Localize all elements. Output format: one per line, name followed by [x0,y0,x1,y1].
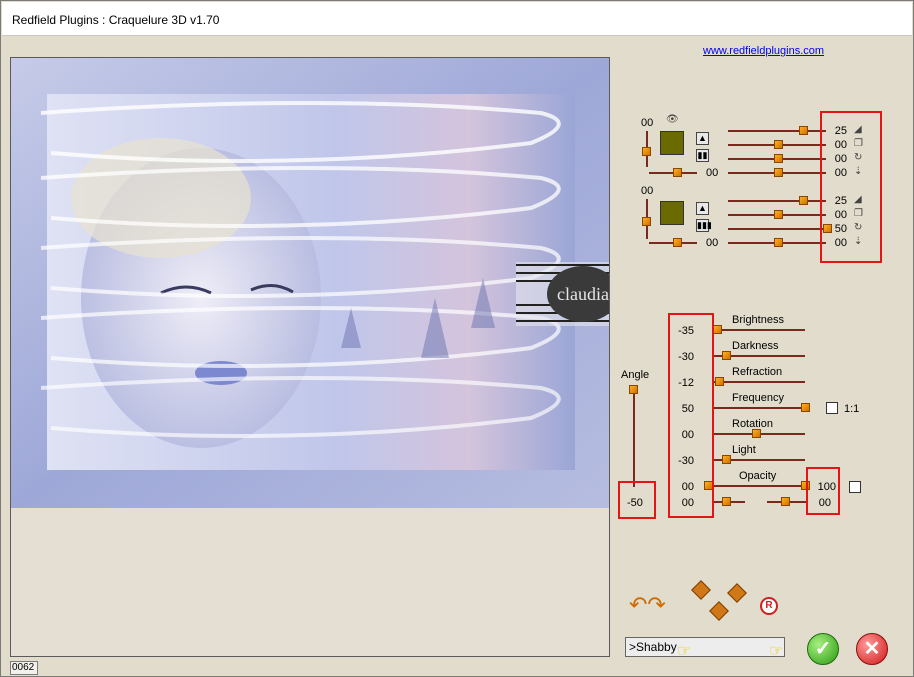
refraction-slider[interactable] [713,381,805,383]
layer2-vertical-knob[interactable] [642,217,651,226]
preview-canvas[interactable]: claudia [10,57,610,657]
pause-icon[interactable]: ▮▮ [696,149,709,162]
angle-knob[interactable] [629,385,638,394]
undo-redo-arrows-icon[interactable]: ↶↷ [629,593,666,617]
frequency-knob[interactable] [801,403,810,412]
layer1-knob-1[interactable] [799,126,808,135]
rotation-knob[interactable] [752,429,761,438]
ratio-label: 1:1 [844,403,860,415]
brightness-knob[interactable] [713,325,722,334]
extra-right-knob[interactable] [781,497,790,506]
layer1-bottom-value: 00 [706,167,719,179]
layer1-vertical-knob[interactable] [642,147,651,156]
highlight-angle [618,481,656,519]
random-reset-button[interactable]: R [760,597,778,615]
ok-check-button[interactable]: ✓ [807,633,839,665]
map-icon[interactable]: ▲ [696,202,709,215]
layer1-bottom-knob[interactable] [673,168,682,177]
bars-icon[interactable]: ▮▮▮ [696,219,712,232]
refraction-knob[interactable] [715,377,724,386]
light-label: Light [732,444,756,456]
watermark-text: claudia [557,284,609,304]
preset-field[interactable]: >Shabby [625,637,785,657]
extra-left-knob[interactable] [722,497,731,506]
layer2-left-value: 00 [641,185,654,197]
preview-image: claudia [11,58,609,508]
brightness-label: Brightness [732,314,784,326]
frequency-slider[interactable] [713,407,805,409]
light-knob[interactable] [722,455,731,464]
layer1-slider-1[interactable] [728,130,826,132]
darkness-label: Darkness [732,340,779,352]
map-icon[interactable]: ▲ [696,132,709,145]
angle-slider[interactable] [633,387,635,487]
layer2-knob-1[interactable] [799,196,808,205]
layer1-knob-3[interactable] [774,154,783,163]
layer2-bottom-knob[interactable] [673,238,682,247]
ratio-checkbox[interactable] [826,402,838,414]
window-title: Redfield Plugins : Craquelure 3D v1.70 [12,13,220,27]
layer1-knob-2[interactable] [774,140,783,149]
highlight-layer-values [820,111,882,263]
watermark-logo: claudia [516,262,609,326]
opacity-slider[interactable] [713,485,807,487]
layer1-knob-4[interactable] [774,168,783,177]
cancel-x-button[interactable]: ✕ [856,633,888,665]
opacity-label: Opacity [739,470,777,482]
layer2-texture-swatch[interactable] [660,201,684,225]
frequency-label: Frequency [732,392,784,404]
highlight-opacity-values [806,467,840,515]
opacity-checkbox[interactable] [849,481,861,493]
dice-icon[interactable] [727,583,747,603]
dice-icon[interactable] [709,601,729,621]
pointing-hand-icon: ☞ [677,643,692,660]
angle-label: Angle [621,369,650,381]
layer2-slider-3[interactable] [728,228,826,230]
status-code: 0062 [10,661,38,675]
layer2-slider-1[interactable] [728,200,826,202]
dice-icon[interactable] [691,580,711,600]
plugin-window: Redfield Plugins : Craquelure 3D v1.70 w… [0,0,914,677]
pointing-hand-icon: ☞ [769,643,784,660]
website-link[interactable]: www.redfieldplugins.com [703,45,824,57]
layer2-bottom-value: 00 [706,237,719,249]
layer2-knob-2[interactable] [774,210,783,219]
highlight-param-values [668,313,714,518]
darkness-knob[interactable] [722,351,731,360]
layer1-texture-swatch[interactable] [660,131,684,155]
eye-icon[interactable]: 👁 [666,115,679,125]
refraction-label: Refraction [732,366,783,378]
layer1-left-value: 00 [641,117,654,129]
title-bar: Redfield Plugins : Craquelure 3D v1.70 [2,2,912,36]
layer2-knob-4[interactable] [774,238,783,247]
brightness-slider[interactable] [713,329,805,331]
